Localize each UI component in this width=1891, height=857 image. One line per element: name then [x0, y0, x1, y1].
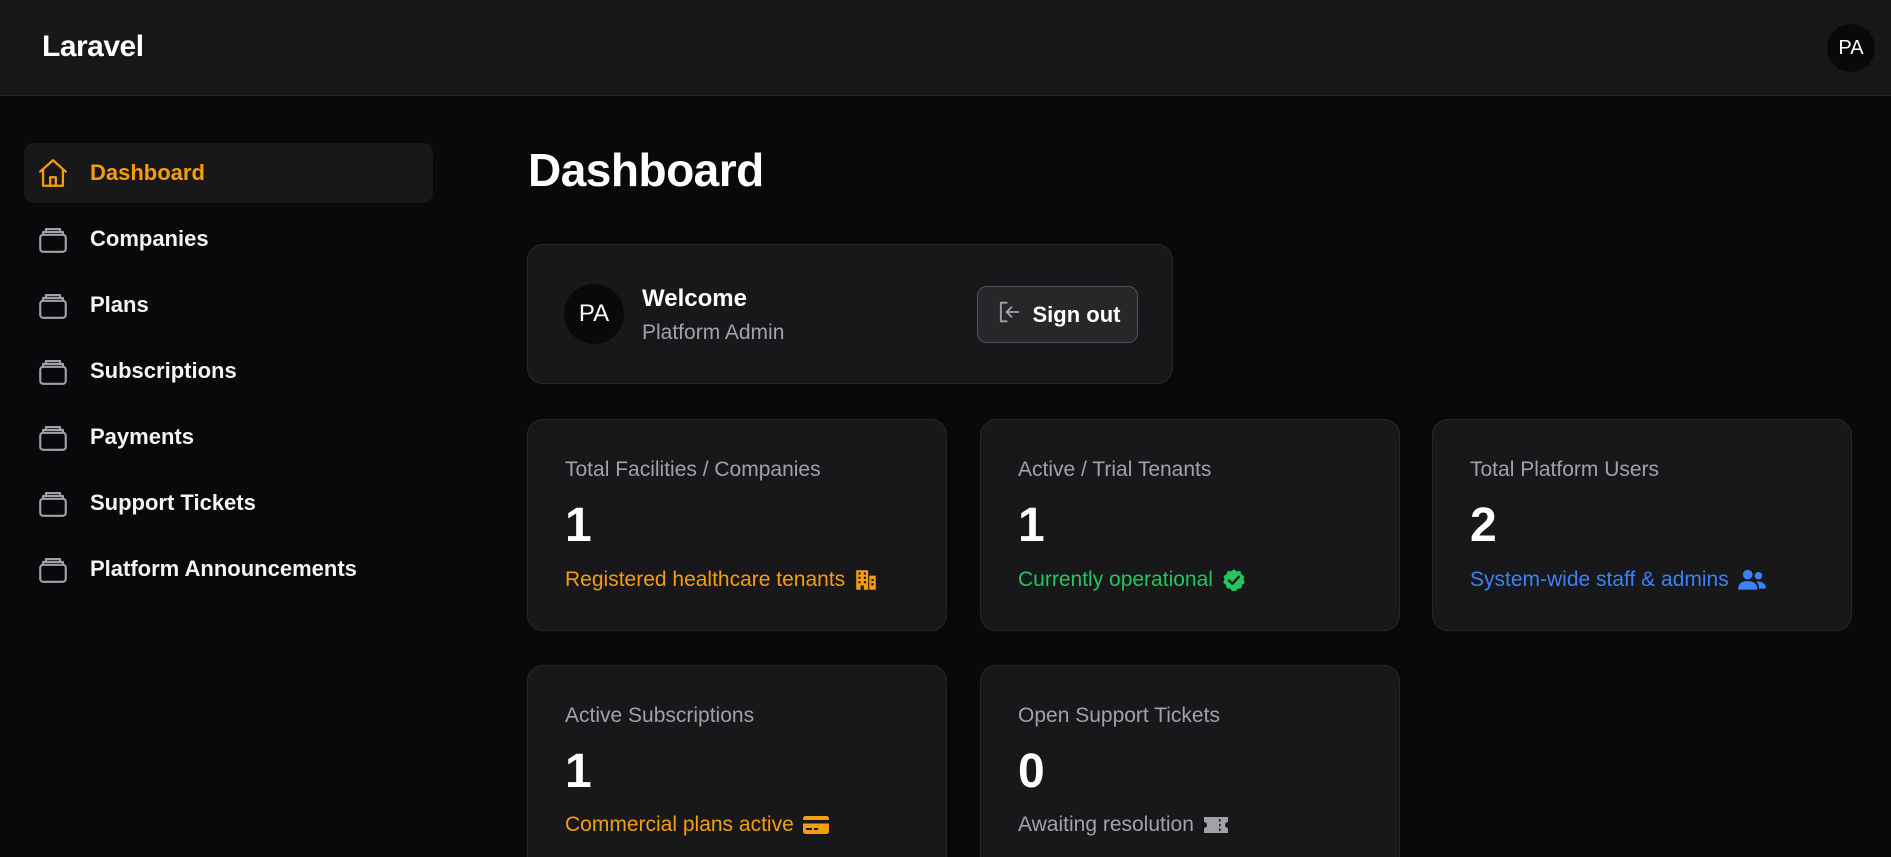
sidebar-item-support-tickets[interactable]: Support Tickets [24, 473, 433, 533]
stat-card-support-tickets: Open Support Tickets 0 Awaiting resoluti… [980, 665, 1400, 857]
sign-out-label: Sign out [1032, 301, 1121, 327]
stack-icon [36, 354, 70, 388]
stat-desc-text: Awaiting resolution [1018, 813, 1194, 836]
welcome-title: Welcome [642, 285, 747, 312]
sidebar-item-label: Dashboard [90, 160, 205, 185]
sidebar-item-label: Subscriptions [90, 358, 237, 383]
sidebar-item-label: Plans [90, 292, 149, 317]
sidebar-item-label: Payments [90, 424, 194, 449]
stat-desc-text: System-wide staff & admins [1470, 568, 1729, 591]
stat-card-users: Total Platform Users 2 System-wide staff… [1432, 419, 1852, 631]
sign-out-icon [995, 298, 1023, 331]
building-icon [853, 567, 879, 593]
stat-value: 0 [1018, 745, 1045, 798]
credit-card-icon [802, 813, 830, 837]
check-badge-icon [1221, 567, 1247, 593]
stack-icon [36, 222, 70, 256]
sidebar: Dashboard Companies Plans Subscriptions … [24, 143, 433, 605]
stack-icon [36, 552, 70, 586]
stat-desc-text: Commercial plans active [565, 813, 794, 836]
page-title: Dashboard [528, 144, 764, 196]
stat-desc: System-wide staff & admins [1470, 567, 1767, 593]
stat-value: 1 [565, 745, 592, 798]
stat-value: 1 [565, 499, 592, 552]
stat-title: Total Platform Users [1470, 458, 1660, 481]
stat-card-subscriptions: Active Subscriptions 1 Commercial plans … [527, 665, 947, 857]
sign-out-button[interactable]: Sign out [977, 286, 1138, 343]
sidebar-item-label: Companies [90, 226, 209, 251]
stat-value: 1 [1018, 499, 1045, 552]
sidebar-item-platform-announcements[interactable]: Platform Announcements [24, 539, 433, 599]
sidebar-item-subscriptions[interactable]: Subscriptions [24, 341, 433, 401]
stat-card-tenants: Active / Trial Tenants 1 Currently opera… [980, 419, 1400, 631]
stat-desc-text: Registered healthcare tenants [565, 568, 846, 591]
stat-title: Active / Trial Tenants [1018, 458, 1212, 481]
stack-icon [36, 420, 70, 454]
ticket-icon [1202, 813, 1230, 837]
sidebar-item-companies[interactable]: Companies [24, 209, 433, 269]
top-bar: Laravel PA [0, 0, 1891, 96]
stat-desc: Registered healthcare tenants [565, 567, 879, 593]
sidebar-item-dashboard[interactable]: Dashboard [24, 143, 433, 203]
brand-logo[interactable]: Laravel [42, 30, 144, 64]
avatar: PA [564, 284, 624, 344]
stat-desc-text: Currently operational [1018, 568, 1213, 591]
welcome-role: Platform Admin [642, 321, 785, 344]
user-avatar-button[interactable]: PA [1827, 24, 1875, 72]
stat-card-facilities: Total Facilities / Companies 1 Registere… [527, 419, 947, 631]
sidebar-item-plans[interactable]: Plans [24, 275, 433, 335]
home-icon [36, 156, 70, 190]
stack-icon [36, 288, 70, 322]
stat-title: Open Support Tickets [1018, 704, 1220, 727]
stat-title: Active Subscriptions [565, 704, 755, 727]
stat-desc: Awaiting resolution [1018, 813, 1230, 837]
sidebar-item-label: Platform Announcements [90, 556, 357, 581]
sidebar-item-label: Support Tickets [90, 490, 256, 515]
stat-title: Total Facilities / Companies [565, 458, 821, 481]
sidebar-item-payments[interactable]: Payments [24, 407, 433, 467]
stat-desc: Commercial plans active [565, 813, 830, 837]
stack-icon [36, 486, 70, 520]
stat-value: 2 [1470, 499, 1497, 552]
welcome-card: PA Welcome Platform Admin Sign out [527, 244, 1173, 384]
stat-desc: Currently operational [1018, 567, 1247, 593]
users-icon [1737, 567, 1767, 593]
